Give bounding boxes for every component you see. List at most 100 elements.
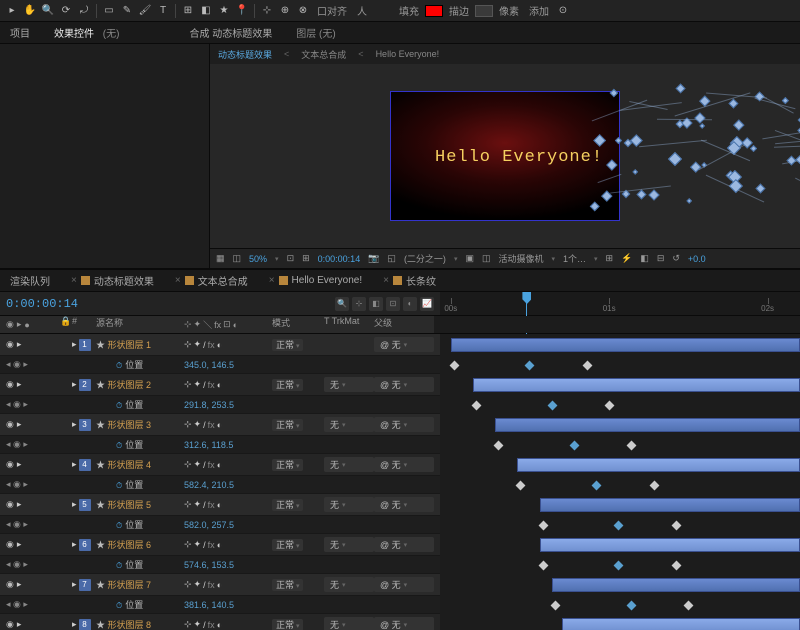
transparency-icon[interactable]: ◫ — [482, 253, 491, 264]
keyframe-diamond[interactable] — [614, 521, 624, 531]
trkmat-dropdown[interactable]: 无▾ — [324, 377, 374, 392]
keyframe-diamond[interactable] — [671, 521, 681, 531]
keyframe-diamond[interactable] — [472, 401, 482, 411]
keyframe-diamond[interactable] — [626, 601, 636, 611]
shy-switch[interactable]: ⊹ — [184, 379, 192, 390]
blend-mode-dropdown[interactable]: 正常 ▾ — [272, 619, 303, 630]
trkmat-dropdown[interactable]: 无▾ — [324, 417, 374, 432]
collapse-switch[interactable]: ✦ — [194, 499, 202, 510]
zoom-level[interactable]: 50% — [249, 254, 267, 264]
position-value[interactable]: 574.6, 153.5 — [184, 560, 268, 570]
motion-blur-switch[interactable]: ◐ — [217, 380, 222, 390]
show-snapshot-icon[interactable]: ◱ — [387, 253, 396, 264]
stopwatch-icon[interactable]: ⏱ — [116, 561, 122, 570]
parent-dropdown[interactable]: @ 无▾ — [374, 617, 434, 630]
property-track[interactable] — [440, 596, 800, 614]
keyframe-diamond[interactable] — [583, 361, 593, 371]
blend-mode-dropdown[interactable]: 正常 ▾ — [272, 419, 303, 431]
keyframe-diamond[interactable] — [591, 481, 601, 491]
keyframe-diamond[interactable] — [494, 441, 504, 451]
shy-switch[interactable]: ⊹ — [184, 339, 192, 350]
layer-track[interactable] — [440, 614, 800, 630]
position-value[interactable]: 291.8, 253.5 — [184, 400, 268, 410]
keyframe-diamond[interactable] — [551, 601, 561, 611]
puppet-tool[interactable]: 📍 — [234, 3, 250, 19]
layer-track[interactable] — [440, 574, 800, 596]
position-value[interactable]: 381.6, 140.5 — [184, 600, 268, 610]
visibility-toggle[interactable]: ◉ — [6, 579, 14, 590]
motion-blur-switch[interactable]: ◐ — [217, 620, 222, 630]
visibility-toggle[interactable]: ◉ — [6, 499, 14, 510]
tab-comp-main[interactable]: ×动态标题效果 — [64, 271, 158, 290]
tab-composition[interactable]: 合成 动态标题效果 — [183, 23, 278, 42]
blend-mode-dropdown[interactable]: 正常 ▾ — [272, 379, 303, 391]
layer-duration-bar[interactable] — [540, 538, 800, 552]
world-axis-icon[interactable]: ⊕ — [277, 3, 293, 19]
motion-blur-switch[interactable]: ◐ — [217, 500, 222, 510]
camera-dropdown[interactable]: 活动摄像机 — [498, 252, 543, 265]
keyframe-diamond[interactable] — [649, 481, 659, 491]
motion-blur-switch[interactable]: ◐ — [217, 340, 222, 350]
keyframe-diamond[interactable] — [525, 361, 535, 371]
hand-tool[interactable]: ✋ — [22, 3, 38, 19]
tab-comp-stripe[interactable]: ×长条纹 — [376, 271, 440, 290]
comp-mini-flow-icon[interactable]: ⊹ — [352, 297, 366, 311]
shy-switch[interactable]: ⊹ — [184, 619, 192, 630]
parent-dropdown[interactable]: @ 无▾ — [374, 377, 434, 392]
graph-editor-icon[interactable]: 📈 — [420, 297, 434, 311]
tab-effect-controls[interactable]: 效果控件 (无) — [48, 23, 131, 42]
motion-blur-switch[interactable]: ◐ — [217, 540, 222, 550]
collapse-switch[interactable]: ✦ — [194, 419, 202, 430]
keyframe-diamond[interactable] — [547, 401, 557, 411]
resolution-dropdown[interactable]: (二分之一) — [404, 252, 446, 265]
collapse-switch[interactable]: ✦ — [194, 579, 202, 590]
local-axis-icon[interactable]: ⊹ — [259, 3, 275, 19]
reset-exposure-icon[interactable]: ↺ — [672, 253, 680, 264]
search-icon[interactable]: 🔍 — [335, 297, 349, 311]
visibility-toggle[interactable]: ◉ — [6, 419, 14, 430]
keyframe-diamond[interactable] — [671, 561, 681, 571]
property-track[interactable] — [440, 396, 800, 414]
layer-track[interactable] — [440, 414, 800, 436]
grid-icon[interactable]: ▦ — [216, 253, 225, 264]
res-icon[interactable]: ⊡ — [287, 253, 295, 264]
fast-preview-icon[interactable]: ⚡ — [621, 253, 632, 264]
shy-switch[interactable]: ⊹ — [184, 459, 192, 470]
stroke-swatch[interactable] — [475, 5, 493, 17]
mask-icon[interactable]: ◫ — [233, 253, 242, 264]
collapse-switch[interactable]: ✦ — [194, 619, 202, 630]
collapse-switch[interactable]: ✦ — [194, 539, 202, 550]
time-ruler[interactable]: 00s 01s 02s — [440, 292, 800, 315]
crumb-hello[interactable]: Hello Everyone! — [376, 49, 440, 59]
brush-tool[interactable]: 🖌 — [137, 3, 153, 19]
exposure-value[interactable]: +0.0 — [688, 254, 706, 264]
parent-dropdown[interactable]: @ 无▾ — [374, 577, 434, 592]
trkmat-dropdown[interactable]: 无▾ — [324, 497, 374, 512]
property-track[interactable] — [440, 356, 800, 374]
selection-tool[interactable]: ▸ — [4, 3, 20, 19]
position-value[interactable]: 582.4, 210.5 — [184, 480, 268, 490]
layer-track[interactable] — [440, 494, 800, 516]
rotate-tool[interactable]: ⤾ — [76, 3, 92, 19]
trkmat-dropdown[interactable]: 无▾ — [324, 617, 374, 630]
keyframe-diamond[interactable] — [538, 561, 548, 571]
collapse-switch[interactable]: ✦ — [194, 459, 202, 470]
tab-comp-text[interactable]: ×文本总合成 — [168, 271, 252, 290]
property-track[interactable] — [440, 436, 800, 454]
zoom-tool[interactable]: 🔍 — [40, 3, 56, 19]
shy-switch[interactable]: ⊹ — [184, 419, 192, 430]
parent-dropdown[interactable]: @ 无▾ — [374, 537, 434, 552]
property-track[interactable] — [440, 556, 800, 574]
position-value[interactable]: 345.0, 146.5 — [184, 360, 268, 370]
collapse-switch[interactable]: ✦ — [194, 339, 202, 350]
stopwatch-icon[interactable]: ⏱ — [116, 441, 122, 450]
layer-track[interactable] — [440, 454, 800, 476]
layer-duration-bar[interactable] — [517, 458, 800, 472]
frame-blend-icon[interactable]: ⊡ — [386, 297, 400, 311]
crumb-text[interactable]: 文本总合成 — [301, 48, 346, 61]
shy-switch[interactable]: ⊹ — [184, 499, 192, 510]
crumb-comp[interactable]: 动态标题效果 — [218, 48, 272, 61]
fill-swatch[interactable] — [425, 5, 443, 17]
collapse-switch[interactable]: ✦ — [194, 379, 202, 390]
trkmat-dropdown[interactable]: 无▾ — [324, 577, 374, 592]
